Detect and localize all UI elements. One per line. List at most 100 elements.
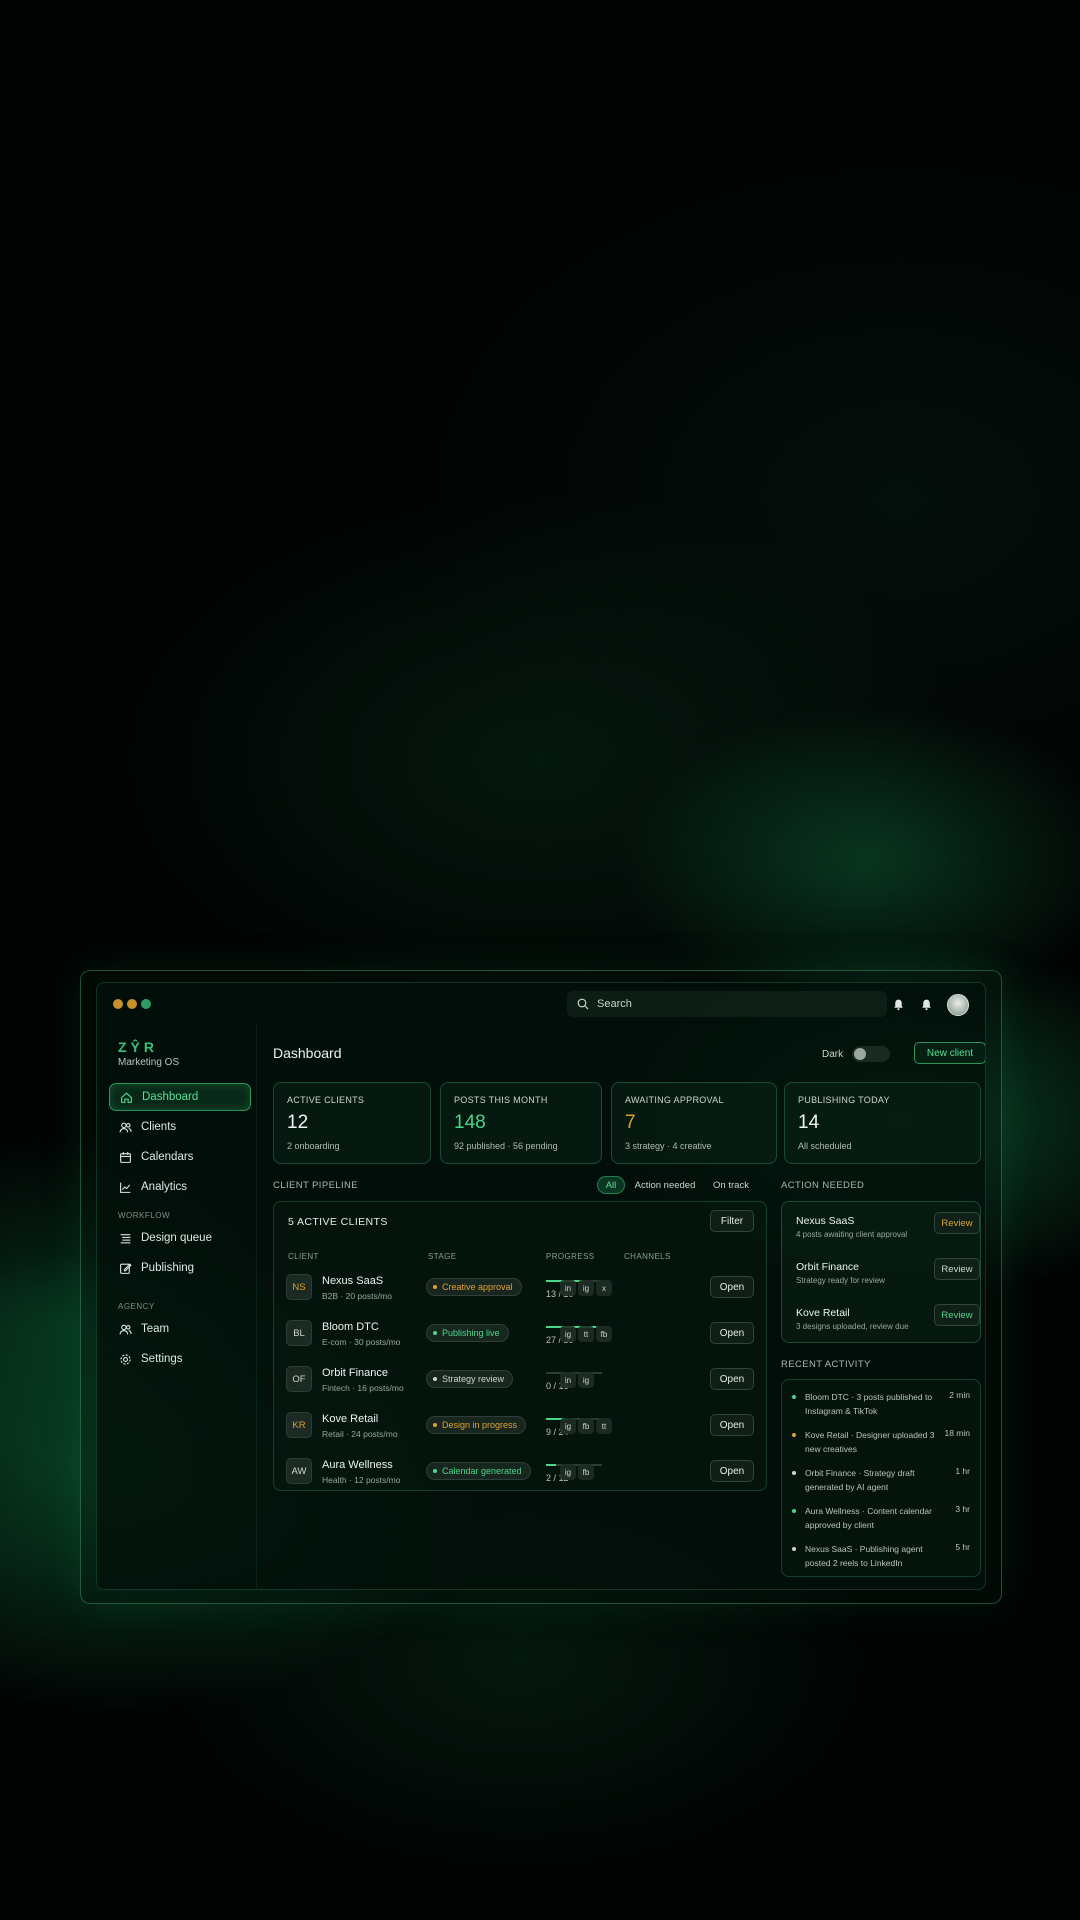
stage-dot — [433, 1469, 437, 1473]
channel-badge: tt — [578, 1326, 594, 1342]
search-icon — [577, 998, 589, 1010]
stat-card-active-clients: ACTIVE CLIENTS 12 2 onboarding — [273, 1082, 431, 1164]
activity-text: Bloom DTC · 3 posts published to Instagr… — [805, 1392, 933, 1416]
review-button[interactable]: Review — [934, 1212, 980, 1234]
activity-time: 18 min — [944, 1428, 970, 1438]
stage-label: Publishing live — [442, 1328, 500, 1338]
client-name: Kove Retail — [322, 1413, 379, 1425]
sidebar-item-team[interactable]: Team — [109, 1315, 251, 1343]
stage-dot — [433, 1423, 437, 1427]
stage-label: Strategy review — [442, 1374, 505, 1384]
client-name: Nexus SaaS — [322, 1275, 384, 1287]
open-button[interactable]: Open — [710, 1368, 754, 1390]
review-button[interactable]: Review — [934, 1304, 980, 1326]
filter-button[interactable]: Filter — [710, 1210, 754, 1232]
tab-on-track[interactable]: On track — [705, 1176, 757, 1194]
sidebar-item-analytics[interactable]: Analytics — [109, 1173, 251, 1201]
calendar-icon — [120, 1151, 131, 1163]
client-initials: KR — [286, 1412, 312, 1438]
stat-sub: 92 published · 56 pending — [454, 1141, 558, 1151]
stat-sub: 2 onboarding — [287, 1141, 340, 1151]
sidebar-item-publishing[interactable]: Publishing — [109, 1254, 251, 1282]
open-button[interactable]: Open — [710, 1460, 754, 1482]
users-icon — [119, 1324, 132, 1334]
table-row: AW Aura Wellness Health · 12 posts/mo Ca… — [274, 1448, 768, 1490]
avatar[interactable] — [947, 994, 969, 1016]
agency-section-label: AGENCY — [118, 1302, 155, 1311]
channel-badge: in — [560, 1372, 576, 1388]
stat-value: 12 — [287, 1112, 309, 1133]
tab-all[interactable]: All — [597, 1176, 625, 1194]
client-pipeline-table: 5 ACTIVE CLIENTS Filter CLIENT STAGE PRO… — [273, 1201, 767, 1491]
sidebar-item-label: Team — [141, 1323, 170, 1335]
action-item-desc: 3 designs uploaded, review due — [796, 1322, 909, 1331]
background-glow — [0, 0, 1080, 1920]
notifications-button[interactable] — [889, 995, 907, 1013]
activity-bullet — [792, 1395, 796, 1399]
sidebar-item-calendars[interactable]: Calendars — [109, 1143, 251, 1171]
open-button[interactable]: Open — [710, 1276, 754, 1298]
list-icon — [120, 1233, 131, 1243]
sidebar-item-label: Calendars — [141, 1151, 194, 1163]
tab-action-needed[interactable]: Action needed — [629, 1176, 701, 1194]
sidebar-item-label: Design queue — [141, 1232, 212, 1244]
window-dot-maximize[interactable] — [141, 999, 151, 1009]
open-button[interactable]: Open — [710, 1414, 754, 1436]
bell-icon — [921, 999, 931, 1010]
stage-badge: Strategy review — [426, 1370, 514, 1388]
stat-value: 148 — [454, 1112, 486, 1133]
stat-sub: All scheduled — [798, 1141, 852, 1151]
stage-badge: Creative approval — [426, 1278, 522, 1296]
stat-label: PUBLISHING TODAY — [798, 1095, 890, 1105]
stat-label: AWAITING APPROVAL — [625, 1095, 724, 1105]
alerts-button[interactable] — [917, 995, 935, 1013]
column-header-progress: PROGRESS — [546, 1252, 595, 1261]
window-dot-close[interactable] — [113, 999, 123, 1009]
activity-text: Kove Retail · Designer uploaded 3 new cr… — [805, 1430, 935, 1454]
app-window: Search ZŶR Marketing OS Dashboard Client… — [96, 982, 986, 1590]
channel-badge: fb — [596, 1326, 612, 1342]
stat-card-publishing-today: PUBLISHING TODAY 14 All scheduled — [784, 1082, 981, 1164]
table-row: BL Bloom DTC E-com · 30 posts/mo Publish… — [274, 1310, 768, 1352]
client-name: Aura Wellness — [322, 1459, 393, 1471]
review-button[interactable]: Review — [934, 1258, 980, 1280]
table-row: OF Orbit Finance Fintech · 16 posts/mo S… — [274, 1356, 768, 1398]
activity-text: Nexus SaaS · Publishing agent posted 2 r… — [805, 1544, 923, 1568]
open-button[interactable]: Open — [710, 1322, 754, 1344]
new-client-button[interactable]: New client — [914, 1042, 985, 1064]
bell-icon — [893, 999, 903, 1010]
action-item-desc: Strategy ready for review — [796, 1276, 885, 1285]
theme-toggle[interactable] — [852, 1046, 890, 1062]
activity-text: Orbit Finance · Strategy draft generated… — [805, 1468, 915, 1492]
client-meta: Health · 12 posts/mo — [322, 1475, 401, 1485]
workflow-section-label: WORKFLOW — [118, 1211, 170, 1220]
sidebar-item-design-queue[interactable]: Design queue — [109, 1224, 251, 1252]
search-input[interactable]: Search — [567, 991, 887, 1017]
gear-icon — [120, 1353, 131, 1365]
recent-activity-section-label: RECENT ACTIVITY — [781, 1359, 871, 1370]
pipeline-section-label: CLIENT PIPELINE — [273, 1180, 359, 1191]
sidebar-item-settings[interactable]: Settings — [109, 1345, 251, 1373]
page-title: Dashboard — [273, 1045, 342, 1061]
main-content: Dashboard Dark New client ACTIVE CLIENTS… — [257, 1025, 985, 1589]
activity-time: 3 hr — [955, 1504, 970, 1514]
stat-label: ACTIVE CLIENTS — [287, 1095, 365, 1105]
window-dot-minimize[interactable] — [127, 999, 137, 1009]
edit-icon — [120, 1262, 132, 1274]
action-item-desc: 4 posts awaiting client approval — [796, 1230, 908, 1239]
stage-badge: Publishing live — [426, 1324, 509, 1342]
sidebar-item-clients[interactable]: Clients — [109, 1113, 251, 1141]
brand-logo: ZŶR — [118, 1039, 158, 1055]
channel-badge: x — [596, 1280, 612, 1296]
theme-label: Dark — [822, 1049, 844, 1060]
channel-badge: fb — [578, 1418, 594, 1434]
stage-dot — [433, 1377, 437, 1381]
stage-dot — [433, 1331, 437, 1335]
client-meta: E-com · 30 posts/mo — [322, 1337, 401, 1347]
client-meta: Retail · 24 posts/mo — [322, 1429, 398, 1439]
recent-activity-panel: Bloom DTC · 3 posts published to Instagr… — [781, 1379, 981, 1577]
stage-label: Calendar generated — [442, 1466, 522, 1476]
activity-bullet — [792, 1509, 796, 1513]
stat-card-posts-this-month: POSTS THIS MONTH 148 92 published · 56 p… — [440, 1082, 602, 1164]
sidebar-item-dashboard[interactable]: Dashboard — [109, 1083, 251, 1111]
